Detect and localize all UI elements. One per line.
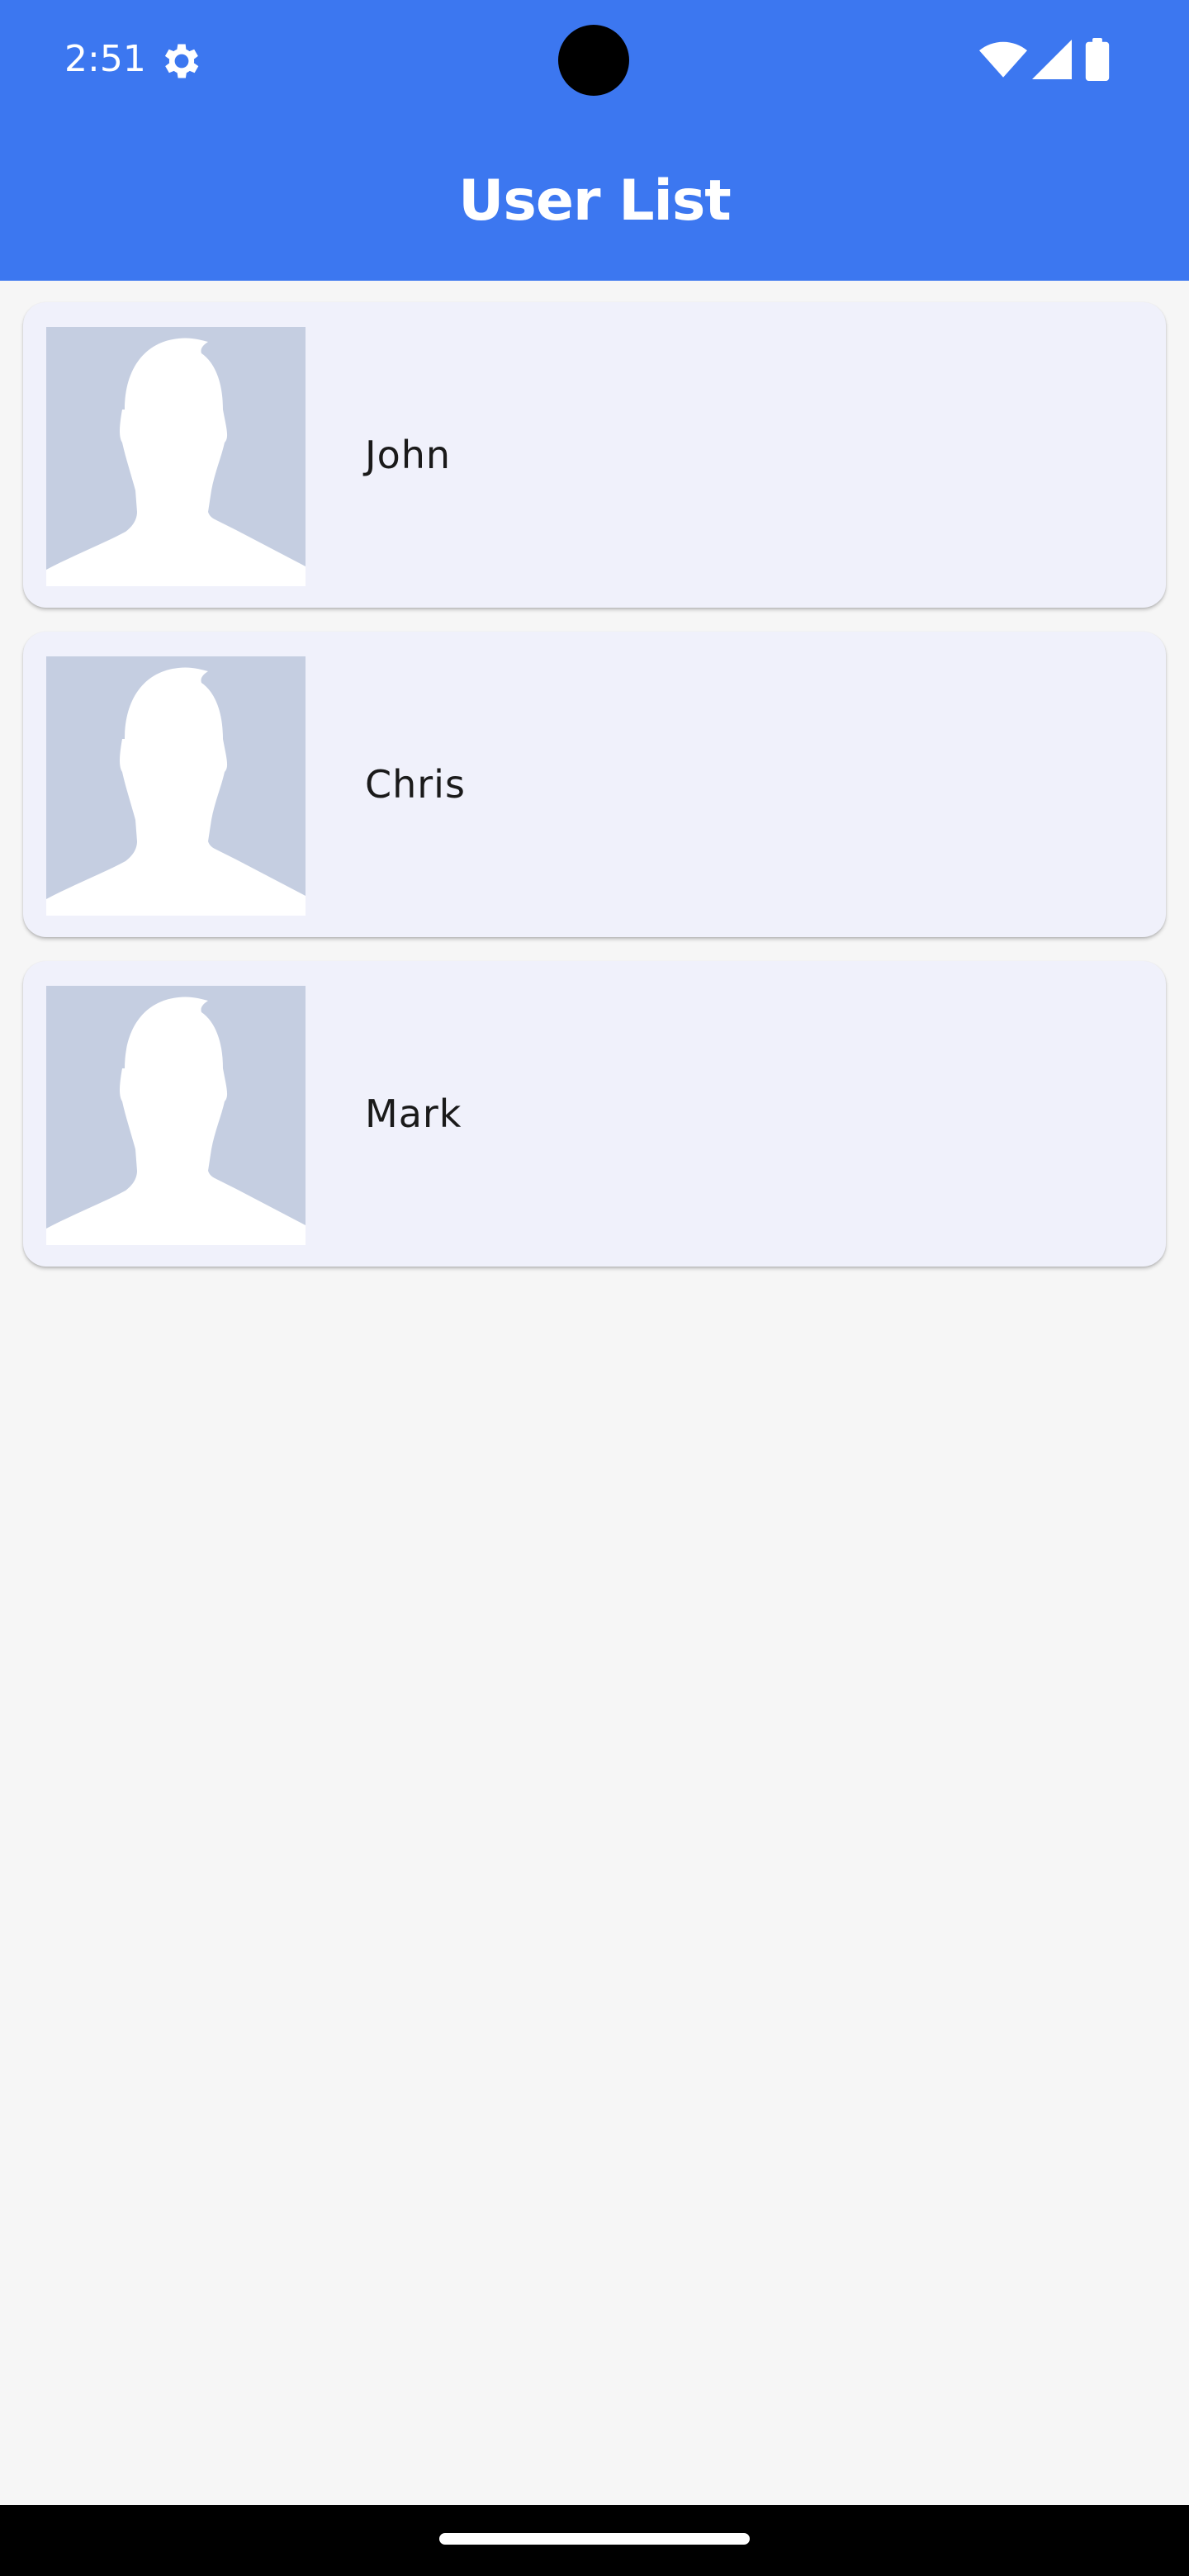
status-bar: 2:51	[0, 0, 1189, 121]
user-card-john[interactable]: John	[23, 302, 1166, 608]
user-name: John	[365, 433, 452, 477]
app-bar: 2:51 User List	[0, 0, 1189, 281]
page-title: User List	[458, 168, 732, 234]
wifi-icon	[979, 41, 1027, 78]
camera-cutout	[558, 25, 629, 96]
default-avatar-icon	[46, 327, 306, 586]
battery-icon	[1085, 38, 1110, 81]
default-avatar-icon	[46, 986, 306, 1245]
user-card-mark[interactable]: Mark	[23, 961, 1166, 1267]
user-name: Chris	[365, 762, 466, 807]
home-indicator[interactable]	[439, 2533, 750, 2545]
gear-icon	[164, 44, 199, 78]
user-card-chris[interactable]: Chris	[23, 632, 1166, 937]
default-avatar-icon	[46, 656, 306, 916]
signal-icon	[1032, 40, 1072, 79]
user-name: Mark	[365, 1091, 462, 1136]
navigation-bar	[0, 2505, 1189, 2576]
status-time: 2:51	[64, 38, 146, 80]
user-list: John Chris Mark	[23, 302, 1166, 1290]
